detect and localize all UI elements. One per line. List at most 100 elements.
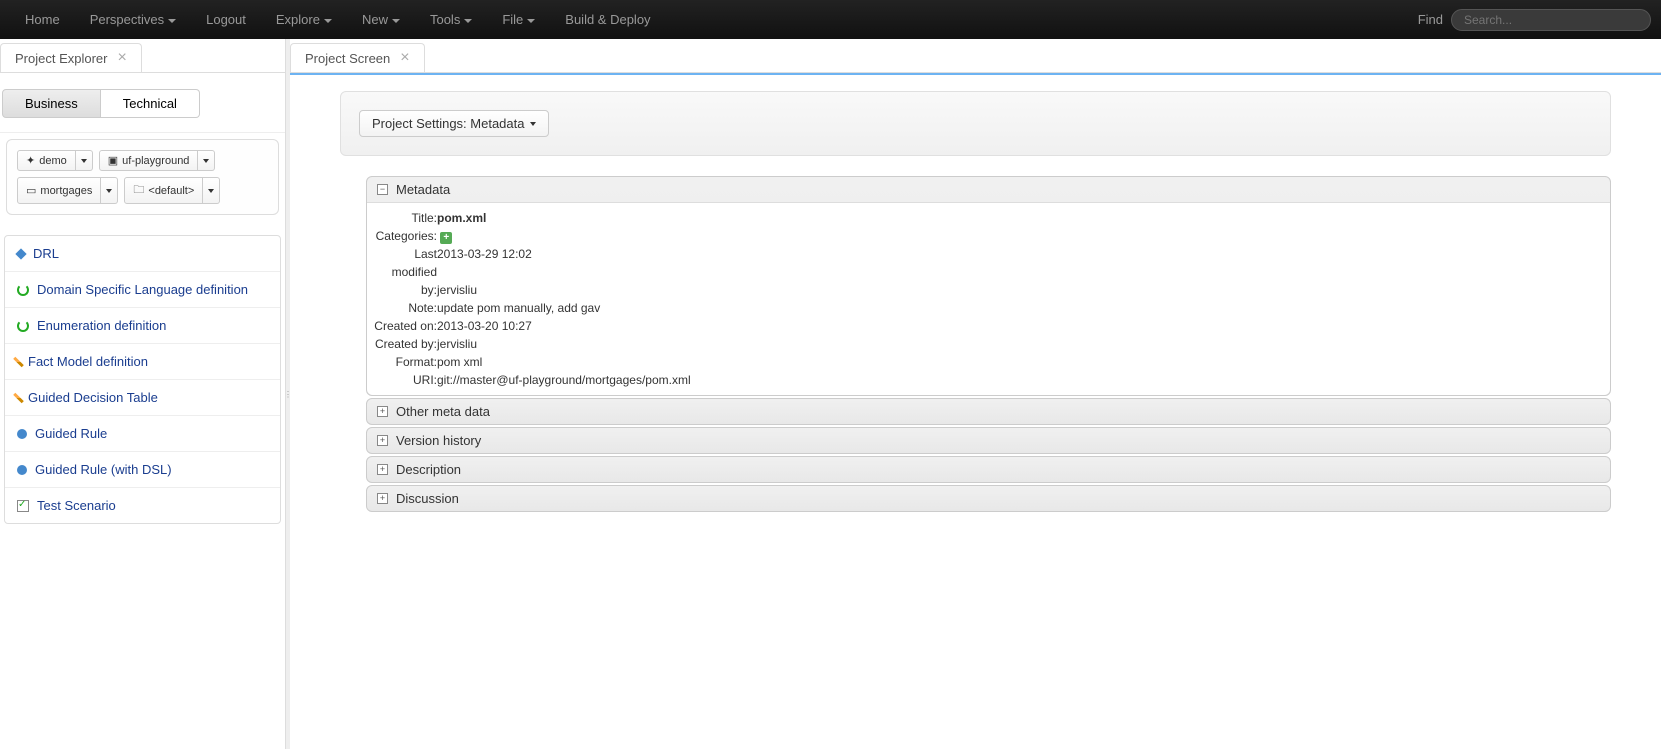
plus-icon: + xyxy=(440,232,452,244)
add-category-button[interactable]: + xyxy=(437,227,452,245)
project-settings-dropdown[interactable]: Project Settings: Metadata xyxy=(359,110,549,137)
chevron-down-icon xyxy=(168,19,176,23)
nav-home[interactable]: Home xyxy=(10,0,75,39)
close-icon[interactable]: × xyxy=(117,50,126,66)
crumb-org[interactable]: ✦demo xyxy=(17,150,93,171)
asset-label: Test Scenario xyxy=(37,498,116,513)
chevron-down-icon xyxy=(81,159,87,163)
asset-label: Enumeration definition xyxy=(37,318,166,333)
expand-icon[interactable]: + xyxy=(377,464,388,475)
asset-guided-rule-dsl[interactable]: Guided Rule (with DSL) xyxy=(5,452,280,488)
crumb-repo[interactable]: ▣uf-playground xyxy=(99,150,216,171)
panel-discussion-header[interactable]: + Discussion xyxy=(367,486,1610,511)
panel-metadata-header[interactable]: − Metadata xyxy=(367,177,1610,202)
refresh-icon xyxy=(17,284,29,296)
right-tab-bar: Project Screen × xyxy=(290,39,1661,73)
find-label: Find xyxy=(1418,12,1443,27)
panel-version-header[interactable]: + Version history xyxy=(367,428,1610,453)
nav-label: File xyxy=(502,12,523,27)
tab-project-screen[interactable]: Project Screen × xyxy=(290,43,425,72)
nav-logout[interactable]: Logout xyxy=(191,0,261,39)
expand-icon[interactable]: + xyxy=(377,493,388,504)
asset-list: DRL Domain Specific Language definition … xyxy=(4,235,281,524)
right-panel: Project Screen × Project Settings: Metad… xyxy=(290,39,1661,749)
crumb-project[interactable]: ▭mortgages xyxy=(17,177,118,204)
diamond-icon xyxy=(15,248,26,259)
nav-new[interactable]: New xyxy=(347,0,415,39)
pencil-icon xyxy=(13,392,24,403)
collapse-icon[interactable]: − xyxy=(377,184,388,195)
expand-icon[interactable]: + xyxy=(377,435,388,446)
nav-build-deploy[interactable]: Build & Deploy xyxy=(550,0,665,39)
meta-key-title: Title: xyxy=(367,209,437,227)
crumb-package-dropdown[interactable] xyxy=(203,177,220,204)
meta-key-note: Note: xyxy=(367,299,437,317)
chevron-down-icon xyxy=(324,19,332,23)
panel-title: Metadata xyxy=(396,182,450,197)
expand-icon[interactable]: + xyxy=(377,406,388,417)
panel-description: + Description xyxy=(366,456,1611,483)
panel-metadata-body: Title:pom.xml Categories: + Last modifie… xyxy=(367,202,1610,395)
nav-perspectives[interactable]: Perspectives xyxy=(75,0,191,39)
meta-val-lastmod: 2013-03-29 12:02 xyxy=(437,245,532,281)
crumb-org-dropdown[interactable] xyxy=(76,150,93,171)
meta-val-title: pom.xml xyxy=(437,211,486,225)
settings-label: Project Settings: Metadata xyxy=(372,116,524,131)
crumb-label: <default> xyxy=(148,185,194,197)
panel-metadata: − Metadata Title:pom.xml Categories: + L… xyxy=(366,176,1611,396)
asset-label: Fact Model definition xyxy=(28,354,148,369)
project-icon: ▭ xyxy=(26,184,36,197)
tab-project-explorer[interactable]: Project Explorer × xyxy=(0,43,142,72)
toggle-technical[interactable]: Technical xyxy=(101,89,200,118)
crumb-repo-dropdown[interactable] xyxy=(198,150,215,171)
panel-other-header[interactable]: + Other meta data xyxy=(367,399,1610,424)
asset-dsl[interactable]: Domain Specific Language definition xyxy=(5,272,280,308)
folder-icon: 🗀 xyxy=(133,181,144,200)
toggle-business[interactable]: Business xyxy=(2,89,101,118)
nav-label: Logout xyxy=(206,12,246,27)
left-panel: Project Explorer × Business Technical ✦d… xyxy=(0,39,286,749)
meta-val-note: update pom manually, add gav xyxy=(437,299,600,317)
nav-label: Home xyxy=(25,12,60,27)
asset-fact-model[interactable]: Fact Model definition xyxy=(5,344,280,380)
crumb-project-dropdown[interactable] xyxy=(101,177,118,204)
refresh-icon xyxy=(17,320,29,332)
chevron-down-icon xyxy=(203,159,209,163)
meta-key-format: Format: xyxy=(367,353,437,371)
content-area: Project Settings: Metadata − Metadata Ti… xyxy=(290,75,1661,530)
asset-enum[interactable]: Enumeration definition xyxy=(5,308,280,344)
meta-val-created: 2013-03-20 10:27 xyxy=(437,317,532,335)
nav-explore[interactable]: Explore xyxy=(261,0,347,39)
panel-description-header[interactable]: + Description xyxy=(367,457,1610,482)
meta-key-createdby: Created by: xyxy=(367,335,437,353)
panel-title: Version history xyxy=(396,433,481,448)
dot-icon xyxy=(17,429,27,439)
panel-other-metadata: + Other meta data xyxy=(366,398,1611,425)
nav-label: Perspectives xyxy=(90,12,164,27)
crumb-package[interactable]: 🗀 <default> xyxy=(124,177,220,204)
panel-discussion: + Discussion xyxy=(366,485,1611,512)
asset-guided-rule[interactable]: Guided Rule xyxy=(5,416,280,452)
tab-label: Project Screen xyxy=(305,51,390,66)
asset-label: Guided Rule xyxy=(35,426,107,441)
metadata-panels: − Metadata Title:pom.xml Categories: + L… xyxy=(366,176,1611,512)
nav-tools[interactable]: Tools xyxy=(415,0,487,39)
breadcrumb-box: ✦demo ▣uf-playground ▭mortgages 🗀 <defaul… xyxy=(6,139,279,215)
chevron-down-icon xyxy=(392,19,400,23)
close-icon[interactable]: × xyxy=(400,50,409,66)
asset-test-scenario[interactable]: ✓ Test Scenario xyxy=(5,488,280,523)
search-input[interactable] xyxy=(1451,9,1651,31)
pencil-icon xyxy=(13,356,24,367)
tab-label: Project Explorer xyxy=(15,51,107,66)
asset-decision-table[interactable]: Guided Decision Table xyxy=(5,380,280,416)
meta-key-categories: Categories: xyxy=(367,227,437,245)
view-toggle: Business Technical xyxy=(2,89,283,118)
meta-key-uri: URI: xyxy=(367,371,437,389)
nav-file[interactable]: File xyxy=(487,0,550,39)
asset-label: Guided Rule (with DSL) xyxy=(35,462,172,477)
panel-version-history: + Version history xyxy=(366,427,1611,454)
check-icon: ✓ xyxy=(17,500,29,512)
asset-drl[interactable]: DRL xyxy=(5,236,280,272)
crumb-label: demo xyxy=(39,155,67,167)
chevron-down-icon xyxy=(527,19,535,23)
